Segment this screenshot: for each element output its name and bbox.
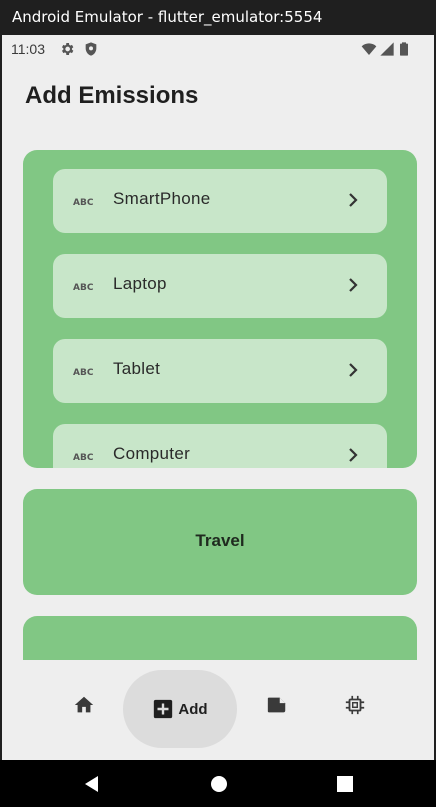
abc-icon: ABC <box>73 368 93 377</box>
chevron-right-icon <box>349 193 358 207</box>
add-box-icon <box>154 699 173 719</box>
devices-card: ABC SmartPhone ABC Laptop ABC Tablet ABC… <box>23 150 417 468</box>
chevron-right-icon <box>349 363 358 377</box>
status-bar: 11:03 <box>2 35 434 63</box>
emulator-window: Android Emulator - flutter_emulator:5554… <box>0 0 436 807</box>
phone-screen: 11:03 Add Emissions ABC SmartPhone ABC L… <box>2 35 434 760</box>
bottom-navigation: Add <box>2 660 434 760</box>
battery-icon <box>400 42 408 56</box>
svg-text:ABC: ABC <box>73 198 93 207</box>
back-icon[interactable] <box>82 774 102 794</box>
nav-add[interactable]: Add <box>123 670 237 748</box>
list-item-laptop[interactable]: ABC Laptop <box>53 254 387 318</box>
home-icon <box>74 696 94 713</box>
nav-home[interactable] <box>64 685 104 725</box>
label-icon <box>267 697 286 713</box>
signal-icon <box>380 42 394 56</box>
list-item-label: Laptop <box>113 274 167 293</box>
shield-icon <box>85 42 97 56</box>
window-title: Android Emulator - flutter_emulator:5554 <box>0 0 436 35</box>
chevron-right-icon <box>349 448 358 462</box>
nav-chip[interactable] <box>335 685 375 725</box>
system-navigation-bar <box>0 760 436 807</box>
svg-text:ABC: ABC <box>73 453 93 462</box>
gear-icon <box>62 43 74 55</box>
chevron-right-icon <box>349 278 358 292</box>
travel-card[interactable]: Travel <box>23 489 417 595</box>
page-title: Add Emissions <box>25 82 199 109</box>
nav-label[interactable] <box>257 685 297 725</box>
travel-label: Travel <box>195 531 245 550</box>
chip-icon <box>345 695 365 715</box>
list-item-tablet[interactable]: ABC Tablet <box>53 339 387 403</box>
nav-add-label: Add <box>178 700 208 718</box>
list-item-smartphone[interactable]: ABC SmartPhone <box>53 169 387 233</box>
recents-icon[interactable] <box>335 774 355 794</box>
svg-text:ABC: ABC <box>73 368 93 377</box>
home-circle-icon[interactable] <box>209 774 229 794</box>
abc-icon: ABC <box>73 198 93 207</box>
list-item-label: SmartPhone <box>113 189 211 208</box>
list-item-computer[interactable]: ABC Computer <box>53 424 387 468</box>
svg-text:ABC: ABC <box>73 283 93 292</box>
list-item-label: Computer <box>113 444 191 463</box>
abc-icon: ABC <box>73 453 93 462</box>
wifi-icon <box>361 43 377 55</box>
status-time: 11:03 <box>11 41 45 57</box>
abc-icon: ABC <box>73 283 93 292</box>
list-item-label: Tablet <box>113 359 161 378</box>
